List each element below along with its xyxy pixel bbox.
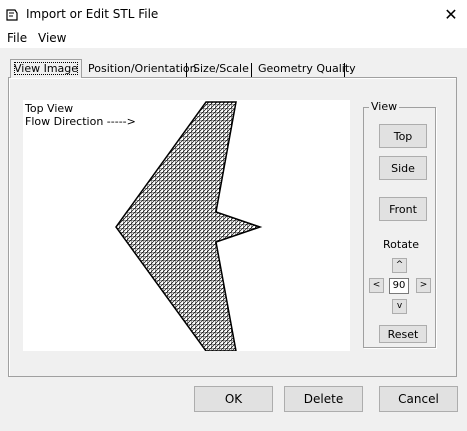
model-viewport[interactable]: Top View Flow Direction -----> [23,100,350,351]
rotate-right-button[interactable]: > [416,278,431,293]
close-icon[interactable]: ✕ [440,4,462,26]
ok-button[interactable]: OK [194,386,273,412]
tab-size-scale[interactable]: Size/Scale [190,61,252,77]
flow-direction-label: Flow Direction -----> [25,115,136,128]
tab-separator [344,63,345,77]
rotate-left-button[interactable]: < [369,278,384,293]
window-title: Import or Edit STL File [26,7,159,21]
rotation-angle-field[interactable]: 90 [389,278,409,294]
top-view-button[interactable]: Top [379,124,427,148]
stl-file-icon [6,9,18,21]
menu-view[interactable]: View [38,31,66,45]
title-bar: Import or Edit STL File ✕ [0,0,467,30]
tab-separator [251,63,252,77]
rotate-up-button[interactable]: ^ [392,258,407,273]
side-view-button[interactable]: Side [379,156,427,180]
reset-button[interactable]: Reset [379,325,427,343]
rotate-down-button[interactable]: v [392,299,407,314]
tab-view-image[interactable]: View Image [10,59,83,78]
menu-bar: File View [0,30,467,48]
view-group-label: View [369,100,400,113]
menu-file[interactable]: File [7,31,27,45]
wing-mesh-render [115,101,263,351]
rotate-label: Rotate [383,238,420,251]
tab-separator [186,63,187,77]
tab-position-orientation[interactable]: Position/Orientation [85,61,200,77]
cancel-button[interactable]: Cancel [379,386,458,412]
delete-button[interactable]: Delete [284,386,363,412]
view-label: Top View [25,102,74,115]
front-view-button[interactable]: Front [379,197,427,221]
